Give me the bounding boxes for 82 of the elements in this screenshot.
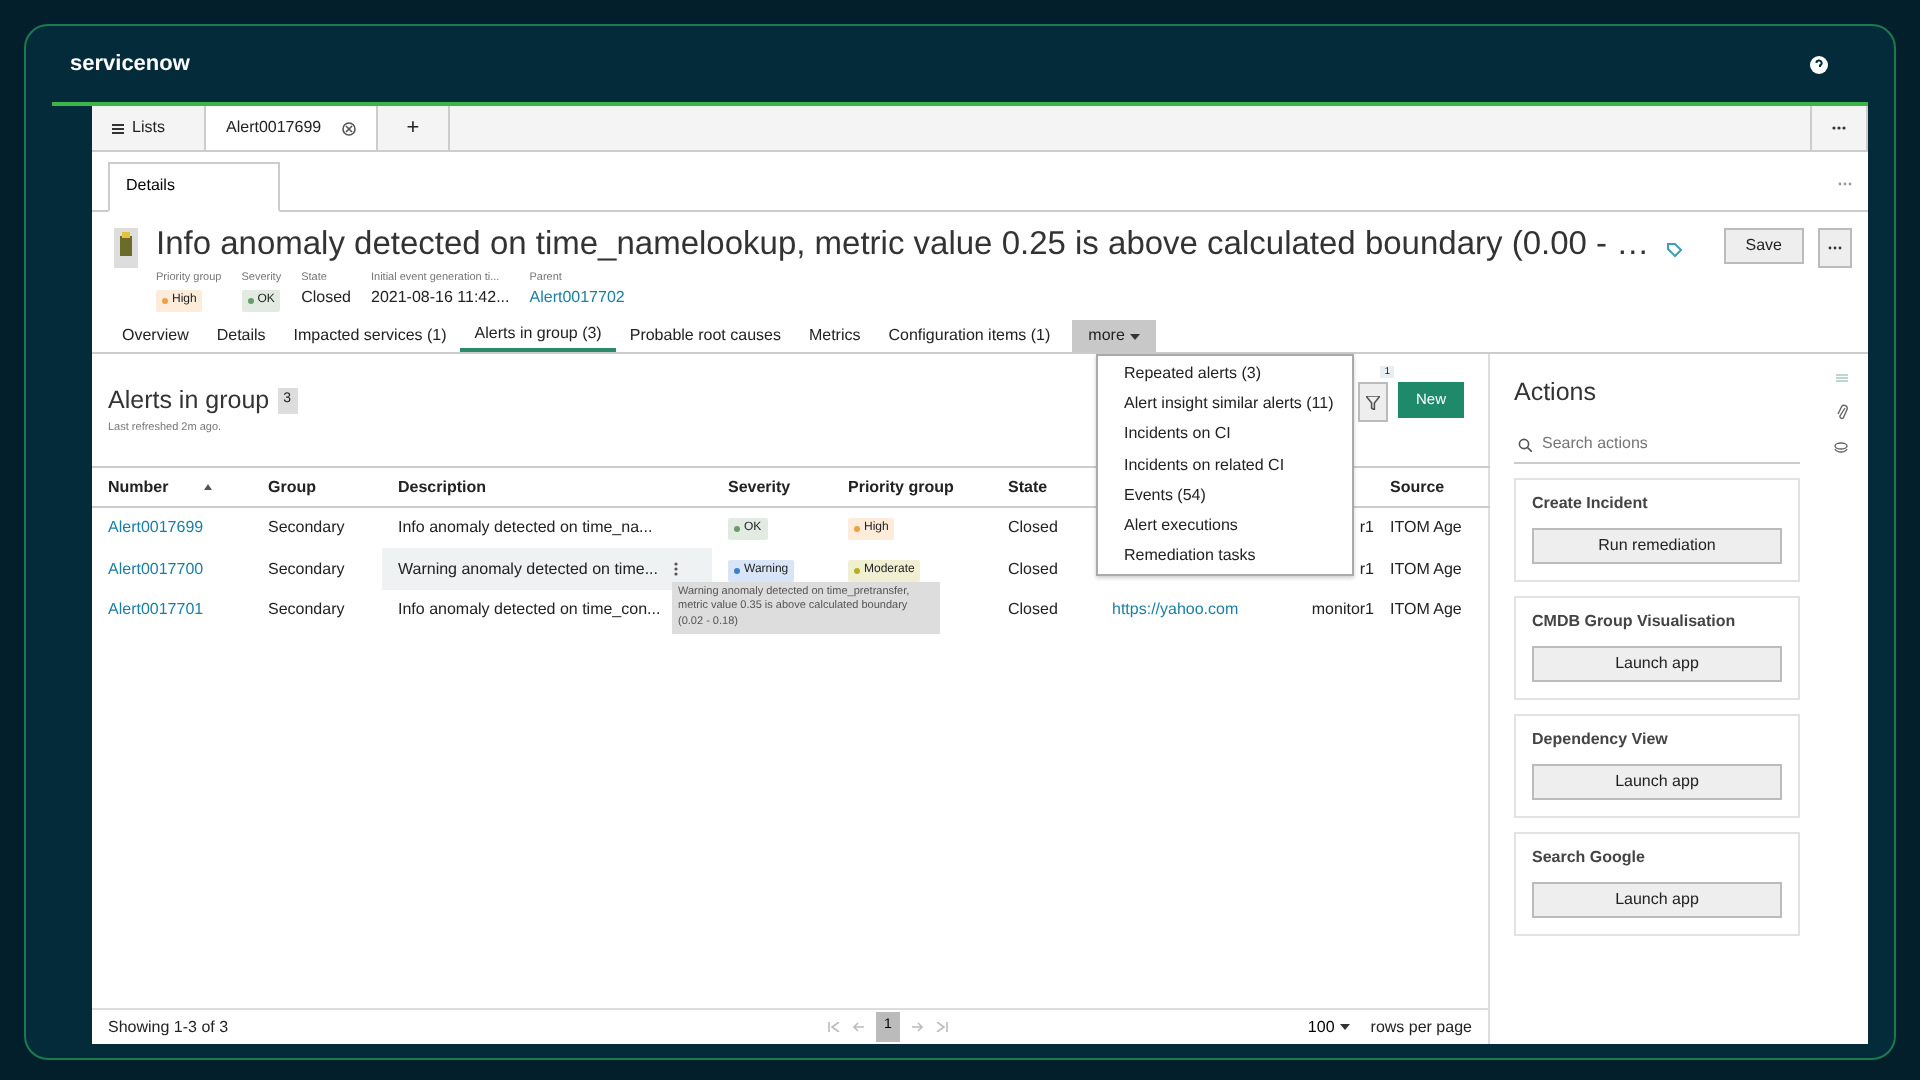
alert-icon (112, 228, 140, 268)
paperclip-icon[interactable] (1835, 404, 1847, 421)
more-icon (1828, 245, 1842, 250)
table-cell: ITOM Age (1390, 518, 1462, 537)
table-cell: Secondary (268, 600, 345, 618)
first-page-icon[interactable] (828, 1022, 841, 1032)
more-tab[interactable]: more (1072, 320, 1156, 353)
tab[interactable]: Details (202, 320, 280, 353)
sort-icon (204, 484, 213, 491)
menu-item[interactable]: Events (54) (1098, 480, 1352, 511)
card-title: Dependency View (1532, 728, 1670, 752)
next-page-icon[interactable] (911, 1022, 924, 1032)
action-button[interactable]: Launch app (1532, 646, 1782, 682)
search-icon (1518, 437, 1532, 451)
table-cell: ITOM Age (1390, 559, 1462, 577)
action-button[interactable]: Run remediation (1532, 528, 1782, 564)
result-count: Showing 1-3 of 3 (108, 1015, 229, 1039)
rows-per-page-select[interactable]: 100 (1307, 1015, 1351, 1039)
menu-item[interactable]: Remediation tasks (1098, 540, 1352, 572)
caret-icon (1340, 1024, 1351, 1030)
url-link[interactable]: https://yahoo.com (1112, 600, 1239, 618)
alert-link[interactable]: Alert0017699 (108, 518, 204, 537)
table-cell: r1 (1359, 559, 1374, 577)
tab[interactable]: Impacted services (1) (279, 320, 461, 353)
card-title: CMDB Group Visualisation (1532, 610, 1738, 634)
description-text: Info anomaly detected on time_na... (398, 518, 653, 537)
table-cell: Secondary (268, 559, 345, 577)
column-header[interactable]: State (1008, 477, 1048, 496)
column-header[interactable]: Number (108, 477, 169, 496)
tab[interactable]: Probable root causes (615, 320, 795, 353)
table-cell: Closed (1008, 518, 1058, 537)
table-cell: ITOM Age (1390, 600, 1462, 618)
table-cell: monitor1 (1311, 600, 1374, 618)
list-title: Alerts in group (108, 384, 270, 419)
last-page-icon[interactable] (935, 1022, 948, 1032)
menu-item[interactable]: Alert insight similar alerts (11) (1098, 388, 1352, 420)
alert-link[interactable]: Alert0017700 (108, 559, 204, 577)
action-button[interactable]: Launch app (1532, 764, 1782, 800)
column-header[interactable]: Source (1390, 477, 1445, 496)
details-tab[interactable]: Details (108, 162, 280, 212)
table-cell: r1 (1359, 518, 1374, 537)
save-button[interactable]: Save (1723, 228, 1804, 264)
menu-item[interactable]: Incidents on related CI (1098, 449, 1352, 480)
menu-item[interactable]: Repeated alerts (3) (1098, 358, 1352, 389)
column-header[interactable]: Priority group (848, 477, 954, 496)
filter-icon (1365, 395, 1380, 410)
previous-page-icon[interactable] (852, 1022, 865, 1032)
tab[interactable]: Overview (108, 320, 203, 353)
field-value: Closed (301, 286, 351, 311)
more-button[interactable] (1810, 106, 1868, 150)
column-header[interactable]: Group (268, 477, 316, 496)
tab[interactable]: Configuration items (1) (874, 320, 1065, 353)
card-title: Search Google (1532, 846, 1647, 870)
description-text: Info anomaly detected on time_con... (398, 600, 661, 618)
column-header[interactable]: Severity (728, 477, 791, 496)
column-header[interactable]: Description (398, 477, 487, 496)
action-button[interactable]: Launch app (1532, 882, 1782, 918)
logo: servicenow (70, 49, 190, 80)
help-icon[interactable] (1810, 55, 1828, 73)
rows-per-page-label: rows per page (1370, 1015, 1472, 1039)
more-button[interactable] (1818, 228, 1852, 268)
close-icon[interactable] (342, 121, 356, 135)
field-value: 2021-08-16 11:42... (371, 286, 510, 311)
menu-item[interactable]: Incidents on CI (1098, 419, 1352, 450)
layers-icon[interactable] (1834, 442, 1848, 455)
actions-title: Actions (1514, 376, 1598, 411)
record-title: Info anomaly detected on time_namelookup, metric value 0.25 is above calculated boundary (0.00 - … (156, 228, 1650, 261)
parent-link[interactable]: Alert0017702 (529, 286, 625, 311)
tab[interactable]: Metrics (794, 320, 875, 353)
alert-link[interactable]: Alert0017701 (108, 600, 204, 618)
table-cell: Closed (1008, 559, 1058, 577)
tab[interactable]: Alerts in group (3) (460, 320, 616, 353)
record-tab[interactable]: Alert0017699 (206, 106, 378, 150)
menu-item[interactable]: Alert executions (1098, 510, 1352, 541)
menu-icon (112, 123, 124, 133)
list-icon[interactable] (1835, 374, 1847, 383)
filter-button[interactable] (1357, 382, 1388, 423)
table-cell: Secondary (268, 518, 345, 537)
card-title: Create Incident (1532, 492, 1650, 516)
table-cell: Closed (1008, 600, 1058, 618)
caret-icon (1129, 333, 1140, 340)
tag-icon (1665, 242, 1682, 258)
